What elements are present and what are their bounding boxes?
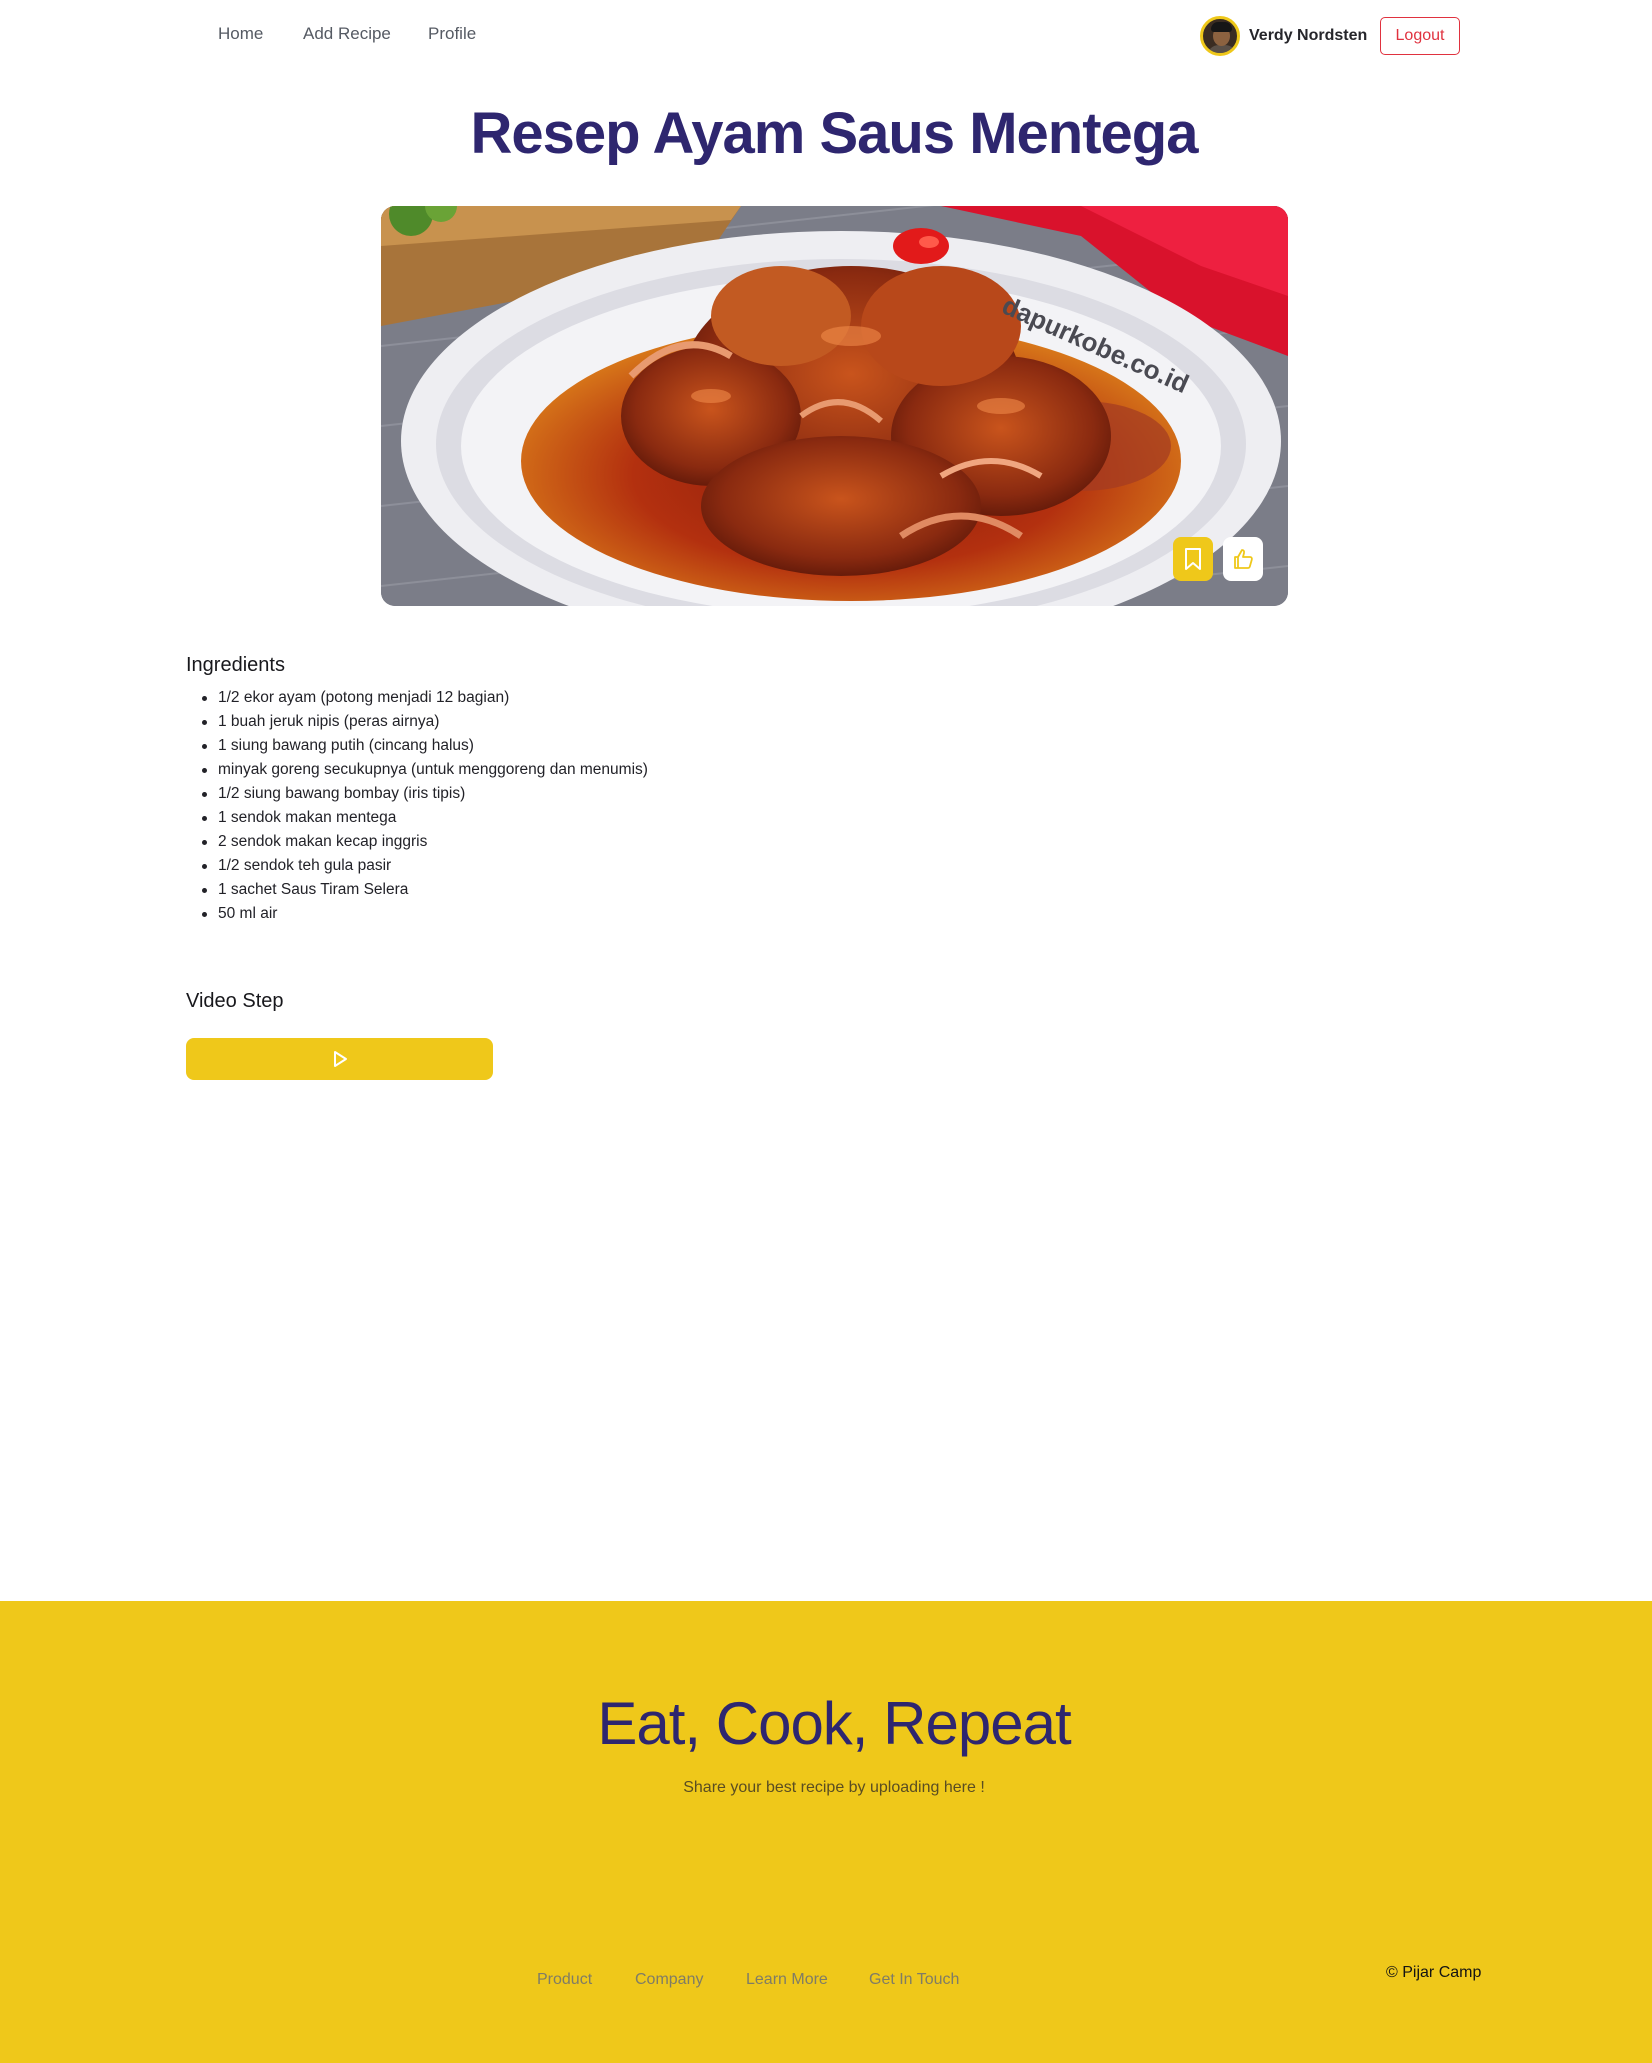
ingredient-item: 2 sendok makan kecap inggris: [202, 830, 648, 854]
footer-link-company[interactable]: Company: [635, 1971, 703, 1989]
ingredient-item: 50 ml air: [202, 902, 648, 926]
recipe-image-illustration: [381, 206, 1288, 606]
recipe-image: [381, 206, 1288, 606]
ingredients-heading: Ingredients: [186, 654, 285, 676]
avatar-shirt: [1207, 45, 1237, 53]
footer: Eat, Cook, Repeat Share your best recipe…: [0, 1601, 1652, 2063]
play-video-button[interactable]: [186, 1038, 493, 1080]
avatar[interactable]: [1200, 16, 1240, 56]
footer-link-get-in-touch[interactable]: Get In Touch: [869, 1971, 959, 1989]
play-icon: [333, 1051, 347, 1067]
ingredient-item: minyak goreng secukupnya (untuk menggore…: [202, 758, 648, 782]
ingredient-item: 1 sachet Saus Tiram Selera: [202, 878, 648, 902]
nav-link-profile[interactable]: Profile: [428, 24, 476, 44]
page-title: Resep Ayam Saus Mentega: [470, 101, 1199, 166]
ingredient-item: 1 siung bawang putih (cincang halus): [202, 734, 648, 758]
ingredient-item: 1/2 siung bawang bombay (iris tipis): [202, 782, 648, 806]
footer-link-product[interactable]: Product: [537, 1971, 592, 1989]
footer-headline: Eat, Cook, Repeat: [597, 1690, 1071, 1757]
ingredient-item: 1/2 ekor ayam (potong menjadi 12 bagian): [202, 686, 648, 710]
user-name: Verdy Nordsten: [1249, 27, 1368, 44]
ingredient-item: 1 sendok makan mentega: [202, 806, 648, 830]
thumbs-up-icon: [1234, 549, 1253, 569]
like-recipe-button[interactable]: [1223, 537, 1263, 581]
ingredient-item: 1 buah jeruk nipis (peras airnya): [202, 710, 648, 734]
user-menu[interactable]: Verdy Nordsten: [1200, 14, 1367, 58]
video-step-heading: Video Step: [186, 990, 284, 1012]
ingredient-item: 1/2 sendok teh gula pasir: [202, 854, 648, 878]
nav-link-add-recipe[interactable]: Add Recipe: [303, 24, 391, 44]
bookmark-icon: [1185, 548, 1201, 570]
copyright: © Pijar Camp: [1386, 1964, 1482, 1981]
nav-link-home[interactable]: Home: [218, 24, 263, 44]
navbar: Home Add Recipe Profile Verdy Nordsten L…: [0, 0, 1652, 72]
ingredients-list: 1/2 ekor ayam (potong menjadi 12 bagian)…: [202, 686, 648, 926]
avatar-hair: [1211, 22, 1232, 32]
logout-button[interactable]: Logout: [1380, 17, 1460, 55]
footer-subtitle: Share your best recipe by uploading here…: [683, 1779, 985, 1796]
save-recipe-button[interactable]: [1173, 537, 1213, 581]
footer-link-learn-more[interactable]: Learn More: [746, 1971, 828, 1989]
